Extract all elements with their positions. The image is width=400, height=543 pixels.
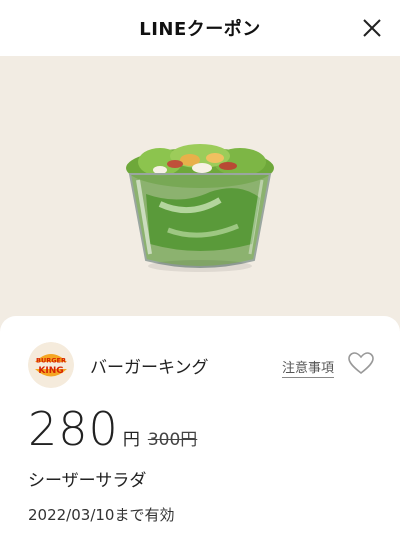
- product-name: シーザーサラダ: [28, 471, 147, 491]
- brand-name: バーガーキング: [90, 357, 209, 378]
- salad-cup-image: [126, 144, 274, 272]
- heart-icon[interactable]: [348, 352, 374, 376]
- price-row: 280 円 300円: [28, 402, 197, 456]
- notice-link[interactable]: 注意事項: [281, 357, 334, 378]
- price-unit: 円: [122, 430, 140, 450]
- coupon-card: BURGER KING バーガーキング 注意事項 280 円 300円 シーザー…: [0, 316, 400, 543]
- validity-date: 2022/03/10まで有効: [28, 506, 175, 524]
- burger-king-logo: BURGER KING: [28, 342, 74, 388]
- close-icon: [363, 19, 381, 37]
- close-button[interactable]: [358, 14, 386, 42]
- brand-row: BURGER KING バーガーキング 注意事項: [28, 342, 380, 388]
- coupon-image-area: [0, 56, 400, 336]
- header: LINEクーポン: [0, 0, 400, 56]
- svg-text:BURGER: BURGER: [36, 357, 66, 365]
- discount-price: 280: [28, 402, 119, 456]
- svg-text:KING: KING: [38, 366, 63, 376]
- page-title: LINEクーポン: [139, 19, 261, 40]
- original-price: 300円: [147, 430, 198, 450]
